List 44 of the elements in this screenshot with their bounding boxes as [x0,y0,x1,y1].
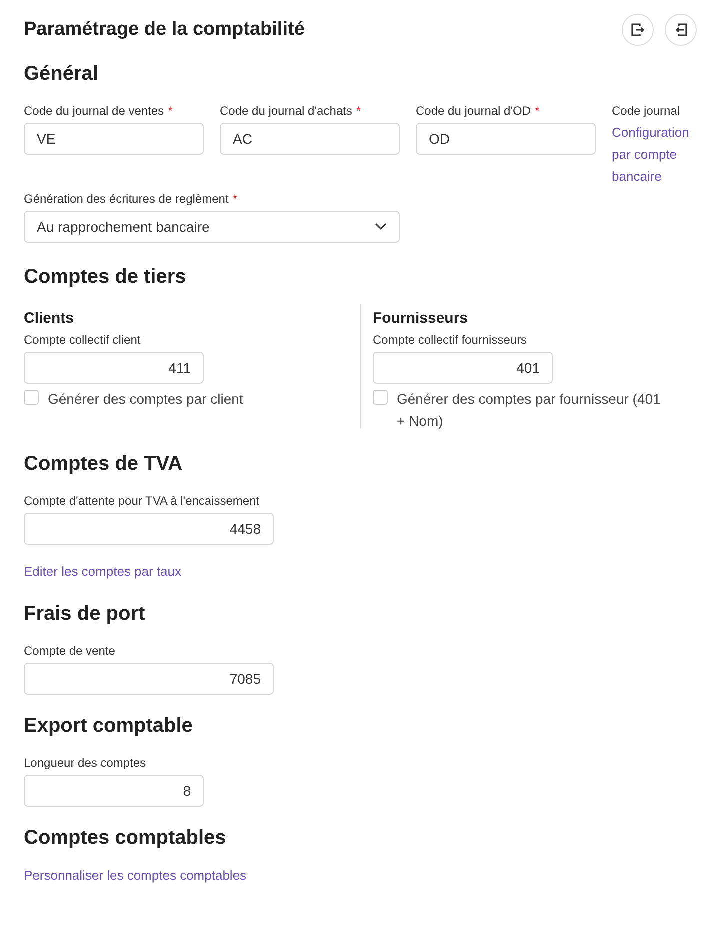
field-label: Code du journal de ventes [24,104,164,118]
required-mark: * [356,104,362,118]
subheading: Fournisseurs [373,310,470,328]
checkbox[interactable] [24,390,39,405]
required-mark: * [232,192,238,206]
field-label: Compte de vente [24,644,116,658]
link[interactable]: Editer les comptes par taux [24,562,182,582]
chevron-down-icon [375,223,387,231]
link[interactable]: Configuration par compte bancaire [612,122,690,188]
required-mark: * [535,104,540,118]
input-field[interactable]: 7085 [24,662,274,694]
field-label: Code journal [612,104,682,118]
checkbox-label: Générer des comptes par client [48,390,244,409]
section-heading: Comptes de TVA [24,452,184,476]
section-heading: Comptes de tiers [24,265,188,289]
checkbox[interactable] [373,390,388,405]
section-heading: Export comptable [24,714,194,738]
field-label: Code du journal d'OD [416,104,532,118]
link[interactable]: Personnaliser les comptes comptables [24,866,247,885]
enter-arrow-icon [674,23,688,37]
section-heading: Frais de port [24,602,146,626]
field-label: Compte collectif client [24,333,142,347]
field-label: Code du journal d'achats [220,104,352,118]
exit-arrow-icon [631,23,645,37]
export-button[interactable] [622,14,654,46]
checkbox-label: Générer des comptes par fournisseur (401 + Nom) [397,390,662,431]
input-field[interactable]: 8 [24,774,204,806]
field-label: Compte d'attente pour TVA à l'encaissement [24,494,261,508]
input-field[interactable]: 4458 [24,513,274,545]
select-field[interactable]: Au rapprochement bancaire [24,211,400,243]
field-label: Compte collectif fournisseurs [373,333,528,347]
input-field[interactable]: OD [416,123,596,155]
input-field[interactable]: 411 [24,352,204,384]
import-button[interactable] [665,14,697,46]
subheading: Clients [24,310,76,328]
field-label: Longueur des comptes [24,756,148,770]
section-heading: Général [24,62,100,86]
required-mark: * [168,104,173,118]
field-label: Génération des écritures de reglèment [24,192,229,206]
input-field[interactable]: AC [220,123,400,155]
input-field[interactable]: VE [24,123,204,155]
section-heading: Comptes comptables [24,826,228,850]
input-field[interactable]: 401 [373,352,553,384]
page-title: Paramétrage de la comptabilité [24,18,305,42]
